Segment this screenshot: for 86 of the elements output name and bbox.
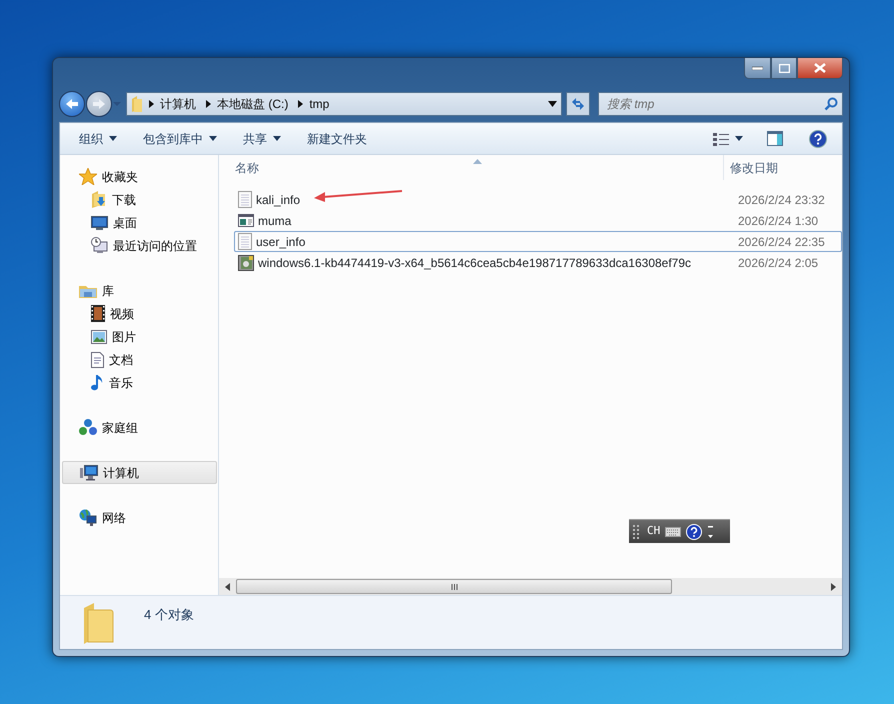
file-row[interactable]: kali_info 2026/2/24 23:32 [234,189,842,210]
right-arrow-icon [831,582,836,590]
refresh-icon [570,97,586,111]
library-folder-icon [79,283,97,298]
maximize-button[interactable] [771,58,797,79]
file-name[interactable]: windows6.1-kb4474419-v3-x64_b5614c6cea5cb4e198717789633dca16308ef79c [258,254,692,272]
options-icon[interactable] [707,524,714,540]
file-date: 2026/2/24 2:05 [737,254,820,272]
caret-icon [273,136,281,141]
grip-icon [450,584,458,590]
help-icon [809,130,827,148]
navigation-item[interactable]: 视频 [60,302,218,325]
breadcrumb[interactable]: tmp [309,95,330,113]
dropdown-icon[interactable] [548,101,557,107]
address-bar[interactable]: 计算机 本地磁盘 (C:) tmp [126,92,562,116]
file-row[interactable]: windows6.1-kb4474419-v3-x64_b5614c6cea5cb4e198717789633dca16308ef79c 2026/2/24 2:05 [234,252,842,273]
refresh-button[interactable] [566,92,590,116]
breadcrumb[interactable]: 计算机 [160,95,196,113]
navigation-item[interactable]: 图片 [60,325,218,348]
details-view-icon [713,132,729,146]
navigation-item[interactable]: 文档 [60,348,218,371]
breadcrumb-separator-icon[interactable] [298,100,304,108]
computer-icon [80,464,98,480]
music-note-icon [91,374,104,391]
minimize-button[interactable] [744,58,771,79]
close-icon [814,63,826,73]
caret-icon [209,136,217,141]
back-button[interactable] [59,91,85,117]
navigation-item[interactable]: 桌面 [60,211,218,234]
breadcrumb-separator-icon[interactable] [149,100,154,108]
package-file-icon [238,254,254,270]
navigation-item[interactable]: 网络 [60,506,218,529]
navigation-item[interactable]: 下载 [60,188,218,211]
network-icon [79,509,97,526]
ime-language[interactable]: CH [647,523,660,540]
forward-arrow-icon [92,98,106,110]
homegroup-icon [79,419,97,436]
breadcrumb[interactable]: 本地磁盘 (C:) [217,95,288,113]
caret-icon [735,136,743,141]
column-header[interactable]: 修改日期 [723,155,842,180]
picture-icon [91,330,107,344]
caret-icon [109,136,117,141]
search-icon[interactable] [824,97,838,111]
text-file-icon [238,233,252,250]
search-field[interactable]: 搜索 tmp [598,92,843,116]
monitor-icon [91,216,108,230]
text-file-icon [238,191,252,208]
column-header[interactable]: 名称 [219,158,723,176]
file-name[interactable]: kali_info [256,190,300,208]
film-icon [91,305,105,322]
file-name[interactable]: muma [258,212,292,230]
close-button[interactable] [797,58,843,79]
toolbar-button[interactable]: 共享 [236,126,288,150]
keyboard-icon[interactable] [665,526,682,536]
breadcrumb-separator-icon[interactable] [206,100,211,108]
navigation-item[interactable]: 家庭组 [60,416,218,439]
download-folder-icon [91,191,107,208]
file-date: 2026/2/24 22:35 [737,234,826,250]
navigation-item[interactable]: 音乐 [60,371,218,394]
file-date: 2026/2/24 1:30 [737,212,820,230]
grip-icon[interactable] [633,524,642,540]
scrollbar-thumb[interactable] [236,579,672,594]
minimize-icon [752,66,763,70]
left-arrow-icon [225,582,230,590]
help-icon[interactable] [686,524,702,540]
navigation-item[interactable]: 最近访问的位置 [60,234,218,257]
toolbar-button[interactable]: 新建文件夹 [300,126,374,150]
file-row[interactable]: user_info 2026/2/24 22:35 [234,231,842,252]
application-icon [238,214,254,227]
star-icon [79,168,97,185]
file-row[interactable]: muma 2026/2/24 1:30 [234,210,842,231]
toolbar-button[interactable]: 组织 [72,126,124,150]
navigation-item[interactable]: 收藏夹 [60,165,218,188]
navigation-item[interactable]: 库 [60,279,218,302]
item-count: 4 个对象 [144,606,194,624]
navigation-item[interactable]: 计算机 [62,461,217,484]
recent-places-icon [91,237,108,254]
forward-button[interactable] [86,91,112,117]
folder-icon [131,96,143,112]
maximize-icon [778,64,790,72]
file-name[interactable]: user_info [256,232,306,250]
preview-pane-icon [767,131,783,146]
file-date: 2026/2/24 23:32 [737,192,826,208]
back-arrow-icon [65,98,79,110]
document-icon [91,352,104,368]
toolbar-button[interactable]: 包含到库中 [136,126,224,150]
